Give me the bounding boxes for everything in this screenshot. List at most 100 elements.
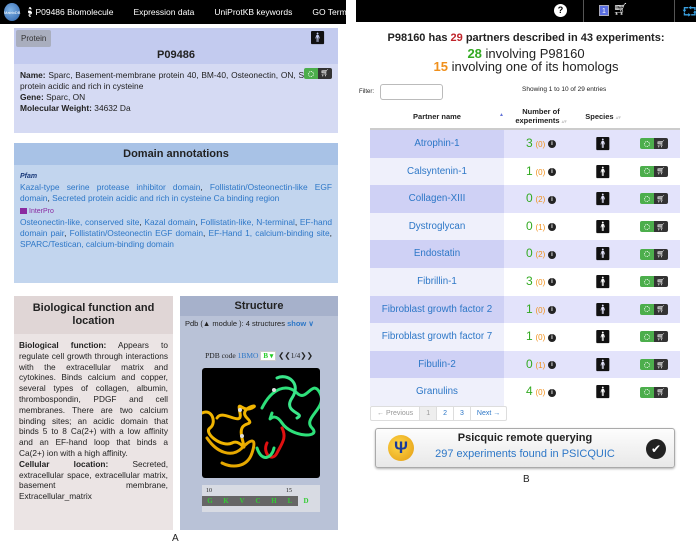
chain-select[interactable]: B ▾ xyxy=(260,351,277,361)
prev-page-button[interactable]: ← Previous xyxy=(371,407,421,420)
cart-icon[interactable]: 🛒︎ xyxy=(613,2,628,16)
interpro-domain-link[interactable]: Follistatin-like, N-terminal xyxy=(201,217,295,227)
add-to-cart-button[interactable]: 🛒︎ xyxy=(304,68,332,79)
partner-name-link[interactable]: Fibrillin-1 xyxy=(370,268,504,296)
partner-name-link[interactable]: Atrophin-1 xyxy=(370,130,504,158)
actions-cell: 🛒︎ xyxy=(628,323,680,351)
biological-function-card: Biological function and location Biologi… xyxy=(14,296,173,530)
structure-card: Structure Pdb (▲ module ): 4 structures … xyxy=(180,296,338,530)
structure-pager[interactable]: ❮❮1/4❯❯ xyxy=(278,351,313,360)
residue[interactable]: H xyxy=(266,496,282,506)
partner-name-link[interactable]: Fibroblast growth factor 2 xyxy=(370,295,504,324)
add-to-cart-button[interactable]: 🛒︎ xyxy=(640,331,668,343)
pdb-code-link[interactable]: 1BMO xyxy=(238,351,259,360)
interpro-icon xyxy=(20,208,27,215)
info-icon[interactable]: i xyxy=(548,278,557,287)
protein-structure-image xyxy=(202,375,320,468)
homolog-experiments: (1) xyxy=(535,222,546,232)
col-number-experiments[interactable]: Number of experiments ▴▾ xyxy=(504,107,578,127)
network-icon xyxy=(644,278,650,285)
homolog-experiments: (2) xyxy=(535,195,546,205)
interpro-domain-link[interactable]: Kazal domain xyxy=(144,217,195,227)
share-icon[interactable]: ⮔ xyxy=(682,3,696,25)
species-cell: 🚹︎ xyxy=(578,295,628,324)
biological-function-title: Biological function and location xyxy=(14,296,173,334)
page-1-button[interactable]: 1 xyxy=(420,407,438,420)
interpro-domain-link[interactable]: Follistatin/Osteonectin EGF domain xyxy=(70,228,203,238)
help-icon[interactable]: ? xyxy=(554,4,567,17)
nav-go-terms[interactable]: GO Terms xyxy=(312,7,351,17)
info-icon[interactable]: i xyxy=(548,388,557,397)
homolog-experiments: (0) xyxy=(535,305,546,315)
residue[interactable]: L xyxy=(282,496,298,506)
info-icon[interactable]: i xyxy=(548,223,557,232)
pfam-domain-link[interactable]: Kazal-type serine protease inhibitor dom… xyxy=(20,182,200,192)
show-structures-toggle[interactable]: show ∨ xyxy=(287,319,314,328)
col-species[interactable]: Species ▴▾ xyxy=(578,112,628,121)
add-to-cart-button[interactable]: 🛒︎ xyxy=(640,386,668,398)
filter-input[interactable] xyxy=(380,84,443,100)
partner-name-link[interactable]: Calsyntenin-1 xyxy=(370,158,504,186)
psicquic-results-link[interactable]: 297 experiments found in PSICQUIC xyxy=(376,448,674,460)
residue[interactable]: K xyxy=(218,496,234,506)
human-icon: 🚹︎ xyxy=(594,356,612,372)
human-icon: 🚹︎ xyxy=(594,273,612,289)
network-icon xyxy=(644,140,650,147)
cart-count-badge: 1 xyxy=(599,5,609,16)
page-3-button[interactable]: 3 xyxy=(454,407,471,420)
residue[interactable]: C xyxy=(250,496,266,506)
nav-uniprotkb-keywords[interactable]: UniProtKB keywords xyxy=(214,7,292,17)
add-to-cart-button[interactable]: 🛒︎ xyxy=(640,193,668,205)
partner-name-link[interactable]: Endostatin xyxy=(370,240,504,268)
network-icon xyxy=(644,306,650,313)
add-to-cart-button[interactable]: 🛒︎ xyxy=(640,276,668,288)
add-to-cart-button[interactable]: 🛒︎ xyxy=(640,303,668,315)
partner-name-link[interactable]: Collagen-XIII xyxy=(370,185,504,213)
domain-annotations-card: Domain annotations Pfam Kazal-type serin… xyxy=(14,143,338,283)
network-icon xyxy=(644,361,650,368)
page-2-button[interactable]: 2 xyxy=(437,407,454,420)
info-icon[interactable]: i xyxy=(548,305,557,314)
partner-name-link[interactable]: Granulins xyxy=(370,378,504,406)
table-row: Dystroglycan 0 (1) i 🚹︎ 🛒︎ xyxy=(370,212,680,241)
interpro-logo: InterPro xyxy=(20,206,332,217)
network-icon xyxy=(644,389,650,396)
add-to-cart-button[interactable]: 🛒︎ xyxy=(640,359,668,371)
next-page-button[interactable]: Next → xyxy=(471,407,506,420)
info-icon[interactable]: i xyxy=(548,333,557,342)
add-to-cart-button[interactable]: 🛒︎ xyxy=(640,138,668,150)
actions-cell: 🛒︎ xyxy=(628,267,680,296)
cart-icon: 🛒︎ xyxy=(654,331,668,343)
matrixdb-logo[interactable]: MatrixDB xyxy=(4,3,21,21)
human-icon: 🚹︎ xyxy=(594,329,612,345)
partner-name-link[interactable]: Dystroglycan xyxy=(370,213,504,241)
nav-expression-data[interactable]: Expression data xyxy=(133,7,194,17)
interpro-domain-link[interactable]: SPARC/Testican, calcium-binding domain xyxy=(20,239,174,249)
network-icon xyxy=(644,333,650,340)
residue[interactable]: G xyxy=(202,496,218,506)
add-to-cart-button[interactable]: 🛒︎ xyxy=(640,248,668,260)
psicquic-panel[interactable]: Ψ Psicquic remote querying 297 experimen… xyxy=(375,428,675,468)
species-cell: 🚹︎ xyxy=(578,350,628,379)
info-icon[interactable]: i xyxy=(548,167,557,176)
info-icon[interactable]: i xyxy=(548,140,557,149)
col-partner-name[interactable]: Partner name ▲ xyxy=(370,112,504,121)
residue[interactable]: V xyxy=(234,496,250,506)
info-icon[interactable]: i xyxy=(548,361,557,370)
add-to-cart-button[interactable]: 🛒︎ xyxy=(640,165,668,177)
partner-name-link[interactable]: Fibroblast growth factor 7 xyxy=(370,323,504,351)
cart-icon: 🛒︎ xyxy=(654,386,668,398)
residue[interactable]: D xyxy=(298,496,314,506)
add-to-cart-button[interactable]: 🛒︎ xyxy=(640,221,668,233)
structure-viewer[interactable] xyxy=(202,368,320,478)
experiment-count: 1 (0) i xyxy=(504,157,578,186)
nav-biomolecule[interactable]: P09486 Biomolecule xyxy=(35,7,113,17)
info-icon[interactable]: i xyxy=(548,195,557,204)
interpro-domain-link[interactable]: Osteonectin-like, conserved site xyxy=(20,217,139,227)
interpro-domain-link[interactable]: EF-Hand 1, calcium-binding site xyxy=(208,228,329,238)
info-icon[interactable]: i xyxy=(548,250,557,259)
psicquic-title: Psicquic remote querying xyxy=(457,432,593,444)
pagination: ← Previous 1 2 3 Next → xyxy=(370,406,508,421)
pfam-domain-link[interactable]: Secreted protein acidic and rich in cyst… xyxy=(52,193,279,203)
partner-name-link[interactable]: Fibulin-2 xyxy=(370,350,504,379)
